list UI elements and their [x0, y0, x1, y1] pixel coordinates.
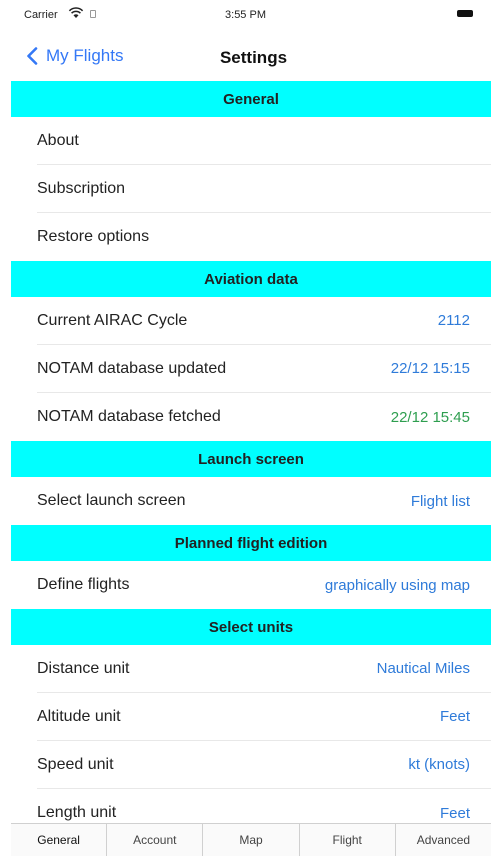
row-speed-unit[interactable]: Speed unit kt (knots): [37, 741, 491, 789]
status-bar: Carrier 3:55 PM: [0, 0, 491, 26]
row-label: Restore options: [37, 228, 150, 245]
row-subscription[interactable]: Subscription: [37, 165, 491, 213]
section-header-general: General: [11, 81, 491, 117]
row-label: Current AIRAC Cycle: [37, 311, 188, 329]
section-header-launch-screen: Launch screen: [11, 441, 491, 477]
section-header-aviation-data: Aviation data: [11, 261, 491, 297]
row-label: NOTAM database updated: [37, 359, 227, 377]
row-value: graphically using map: [324, 576, 470, 594]
tab-flight[interactable]: Flight: [300, 824, 396, 856]
row-distance-unit[interactable]: Distance unit Nautical Miles: [37, 645, 491, 693]
settings-list[interactable]: General About Subscription Restore optio…: [11, 81, 491, 823]
row-label: Length unit: [37, 804, 117, 821]
row-label: Subscription: [37, 179, 126, 197]
row-length-unit[interactable]: Length unit Feet: [37, 789, 491, 823]
row-notam-updated[interactable]: NOTAM database updated 22/12 15:15: [37, 345, 491, 393]
row-value: Feet: [439, 804, 470, 822]
row-select-launch-screen[interactable]: Select launch screen Flight list: [37, 477, 491, 525]
row-notam-fetched[interactable]: NOTAM database fetched 22/12 15:45: [37, 393, 491, 441]
row-restore-options[interactable]: Restore options: [37, 213, 491, 261]
row-value: 22/12 15:15: [390, 360, 470, 377]
row-value: 22/12 15:45: [390, 408, 470, 426]
page-title: Settings: [219, 48, 288, 67]
status-time: 3:55 PM: [225, 9, 266, 21]
segmented-tab-bar: General Account Map Flight Advanced: [11, 823, 491, 856]
row-value: Flight list: [410, 492, 470, 510]
section-header-select-units: Select units: [11, 609, 491, 645]
tab-account[interactable]: Account: [107, 824, 204, 856]
row-label: About: [37, 131, 79, 149]
tab-general[interactable]: General: [11, 824, 108, 856]
row-label: Altitude unit: [37, 707, 121, 725]
row-value: Feet: [439, 708, 470, 725]
row-label: Select launch screen: [37, 492, 186, 509]
row-label: Distance unit: [37, 659, 130, 677]
row-airac-cycle[interactable]: Current AIRAC Cycle 2112: [37, 297, 491, 345]
tab-map[interactable]: Map: [203, 824, 300, 856]
navigation-bar: My Flights Settings: [0, 26, 491, 81]
row-label: NOTAM database fetched: [37, 408, 221, 425]
row-about[interactable]: About: [37, 117, 491, 165]
tab-advanced[interactable]: Advanced: [396, 824, 491, 856]
row-define-flights[interactable]: Define flights graphically using map: [37, 561, 491, 609]
row-label: Define flights: [37, 576, 130, 593]
row-value: kt (knots): [408, 756, 470, 773]
row-label: Speed unit: [37, 755, 114, 773]
row-value: 2112: [437, 312, 470, 329]
battery-icon: [457, 10, 473, 17]
row-value: Nautical Miles: [376, 660, 470, 677]
row-altitude-unit[interactable]: Altitude unit Feet: [37, 693, 491, 741]
section-header-planned-flight-edition: Planned flight edition: [11, 525, 491, 561]
